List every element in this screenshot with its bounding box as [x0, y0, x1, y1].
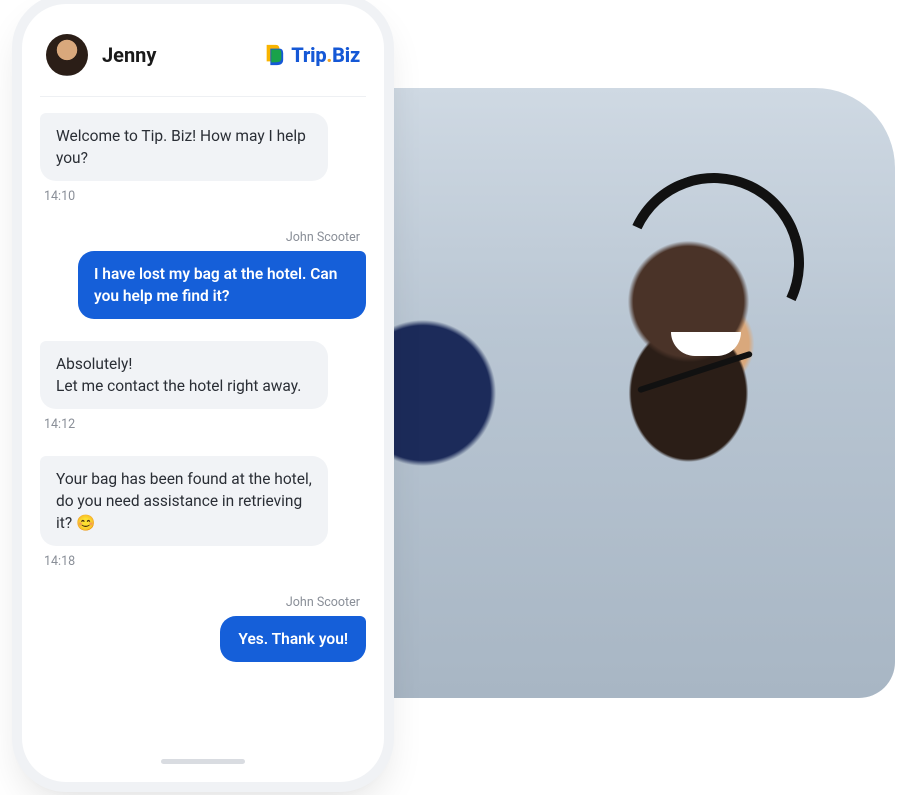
message-bubble[interactable]: Absolutely! Let me contact the hotel rig… [40, 341, 328, 409]
agent-avatar[interactable] [46, 34, 88, 76]
sender-label: John Scooter [286, 593, 366, 616]
chat-header: Jenny Trip.Biz [40, 30, 366, 97]
brand-logo[interactable]: Trip.Biz [263, 43, 360, 67]
message-bubble[interactable]: I have lost my bag at the hotel. Can you… [78, 251, 366, 319]
agent-name: Jenny [102, 43, 156, 67]
message-timestamp: 14:18 [40, 546, 366, 583]
message-bubble[interactable]: Your bag has been found at the hotel, do… [40, 456, 328, 546]
chat-body[interactable]: Welcome to Tip. Biz! How may I help you?… [40, 97, 366, 751]
home-indicator[interactable] [161, 759, 245, 764]
sender-label: John Scooter [286, 228, 366, 251]
microphone-icon [637, 350, 753, 393]
message-agent: Welcome to Tip. Biz! How may I help you?… [40, 113, 366, 218]
message-agent: Absolutely! Let me contact the hotel rig… [40, 341, 366, 446]
message-bubble[interactable]: Welcome to Tip. Biz! How may I help you? [40, 113, 328, 181]
brand-text: Trip.Biz [291, 43, 360, 67]
message-user: John Scooter I have lost my bag at the h… [40, 228, 366, 319]
message-bubble[interactable]: Yes. Thank you! [220, 616, 366, 662]
message-timestamp: 14:10 [40, 181, 366, 218]
message-timestamp: 14:12 [40, 409, 366, 446]
support-agent-photo [305, 88, 895, 698]
message-agent: Your bag has been found at the hotel, do… [40, 456, 366, 583]
phone-frame: Jenny Trip.Biz Welcome to Tip. Biz! How … [22, 4, 384, 782]
brand-icon [263, 43, 285, 67]
message-user: John Scooter Yes. Thank you! [40, 593, 366, 662]
